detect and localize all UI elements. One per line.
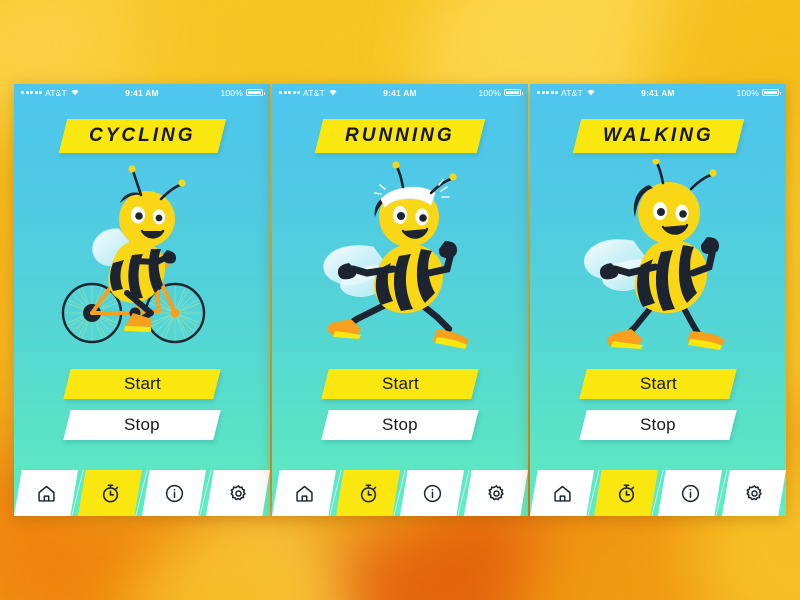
phone-screen-cycling: AT&T 9:41 AM 100% CYCLING Start Stop <box>14 84 270 516</box>
tab-settings[interactable] <box>464 470 528 516</box>
stopwatch-icon <box>100 483 121 504</box>
page-title: WALKING <box>602 125 714 146</box>
wifi-icon <box>586 88 596 98</box>
phone-screen-walking: AT&T 9:41 AM 100% WALKING Start Stop <box>530 84 786 516</box>
phone-screen-running: AT&T 9:41 AM 100% RUNNING Start Stop <box>272 84 528 516</box>
action-buttons: Start Stop <box>14 369 270 440</box>
tab-settings[interactable] <box>206 470 270 516</box>
status-bar-right: 100% <box>478 87 523 98</box>
battery-full-icon <box>762 88 781 97</box>
tab-home[interactable] <box>14 470 84 516</box>
tab-info[interactable] <box>658 470 728 516</box>
stop-button-label: Stop <box>382 415 418 434</box>
gear-icon <box>228 483 249 504</box>
start-button-label: Start <box>123 374 161 393</box>
tab-stopwatch[interactable] <box>336 470 406 516</box>
bee-walking-illustration <box>530 155 786 367</box>
battery-percent-label: 100% <box>736 87 759 98</box>
wifi-icon <box>70 88 80 98</box>
battery-percent-label: 100% <box>478 87 501 98</box>
bee-running-illustration <box>272 155 528 367</box>
carrier-label: AT&T <box>303 87 325 98</box>
page-title-banner: CYCLING <box>14 119 270 153</box>
start-button-label: Start <box>381 374 419 393</box>
start-button[interactable]: Start <box>579 369 737 399</box>
start-button-label: Start <box>639 374 677 393</box>
battery-full-icon <box>246 88 265 97</box>
bee-cycling-illustration <box>14 155 270 367</box>
stopwatch-icon <box>616 483 637 504</box>
tab-info[interactable] <box>400 470 470 516</box>
battery-percent-label: 100% <box>220 87 243 98</box>
signal-strength-icon <box>537 91 558 94</box>
carrier-label: AT&T <box>45 87 67 98</box>
gear-icon <box>486 483 507 504</box>
status-bar-right: 100% <box>736 87 781 98</box>
home-icon <box>294 483 315 504</box>
status-bar: AT&T 9:41 AM 100% <box>14 84 270 101</box>
gear-icon <box>744 483 765 504</box>
status-bar: AT&T 9:41 AM 100% <box>272 84 528 101</box>
status-bar-left: AT&T <box>537 88 596 98</box>
signal-strength-icon <box>279 91 300 94</box>
start-button[interactable]: Start <box>321 369 479 399</box>
home-icon <box>36 483 57 504</box>
start-button[interactable]: Start <box>63 369 221 399</box>
status-bar-right: 100% <box>220 87 265 98</box>
status-bar-left: AT&T <box>279 88 338 98</box>
battery-full-icon <box>504 88 523 97</box>
page-title: CYCLING <box>88 125 196 146</box>
stop-button[interactable]: Stop <box>321 410 479 440</box>
page-title-banner: WALKING <box>530 119 786 153</box>
page-title: RUNNING <box>345 125 455 146</box>
action-buttons: Start Stop <box>272 369 528 440</box>
tab-bar <box>530 470 786 516</box>
home-icon <box>552 483 573 504</box>
tab-home[interactable] <box>530 470 600 516</box>
page-title-banner: RUNNING <box>272 119 528 153</box>
wifi-icon <box>328 88 338 98</box>
action-buttons: Start Stop <box>530 369 786 440</box>
signal-strength-icon <box>21 91 42 94</box>
tab-stopwatch[interactable] <box>78 470 148 516</box>
stop-button-label: Stop <box>640 415 676 434</box>
info-icon <box>680 483 701 504</box>
status-bar-left: AT&T <box>21 88 80 98</box>
info-icon <box>164 483 185 504</box>
tab-bar <box>14 470 270 516</box>
carrier-label: AT&T <box>561 87 583 98</box>
stop-button[interactable]: Stop <box>579 410 737 440</box>
tab-stopwatch[interactable] <box>594 470 664 516</box>
stop-button-label: Stop <box>124 415 160 434</box>
stop-button[interactable]: Stop <box>63 410 221 440</box>
info-icon <box>422 483 443 504</box>
tab-bar <box>272 470 528 516</box>
status-bar: AT&T 9:41 AM 100% <box>530 84 786 101</box>
tab-info[interactable] <box>142 470 212 516</box>
tab-settings[interactable] <box>722 470 786 516</box>
stopwatch-icon <box>358 483 379 504</box>
tab-home[interactable] <box>272 470 342 516</box>
